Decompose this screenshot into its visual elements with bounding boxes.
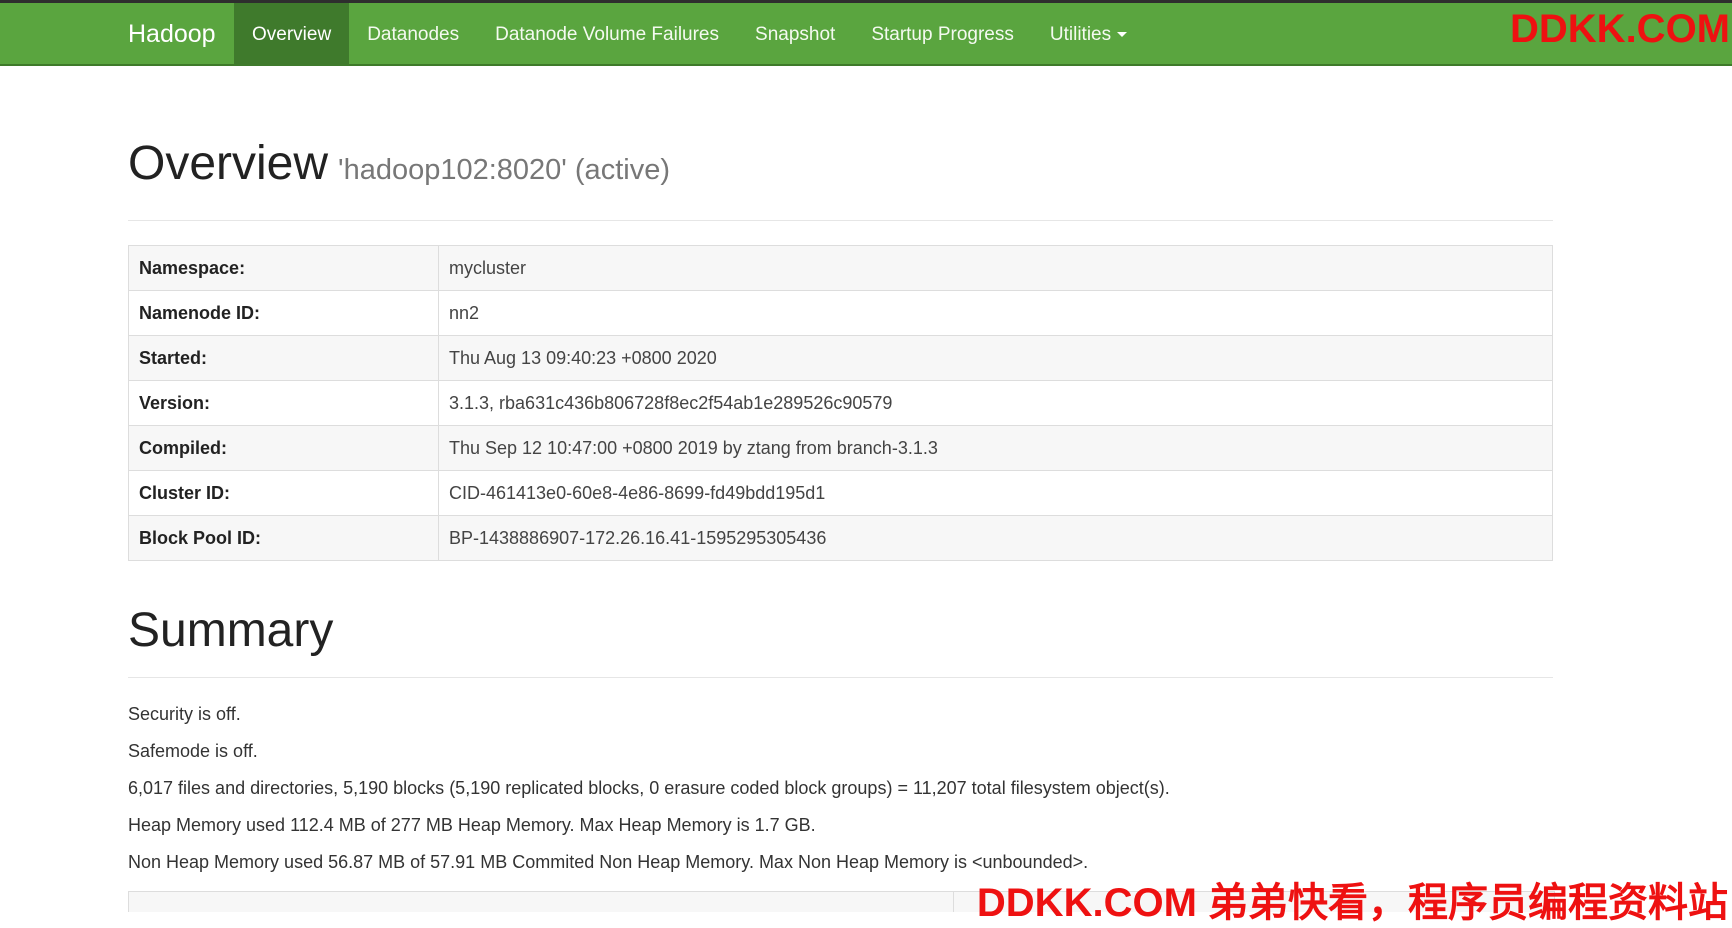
caret-down-icon — [1117, 32, 1128, 38]
overview-title-text: Overview — [128, 137, 329, 190]
table-row: Started: Thu Aug 13 09:40:23 +0800 2020 — [128, 335, 1553, 381]
column-divider — [953, 892, 954, 912]
row-value: Thu Sep 12 10:47:00 +0800 2019 by ztang … — [438, 425, 1553, 471]
table-row: Namespace: mycluster — [128, 245, 1553, 291]
overview-table: Namespace: mycluster Namenode ID: nn2 St… — [128, 245, 1553, 561]
row-key: Started: — [128, 335, 439, 381]
row-value: Thu Aug 13 09:40:23 +0800 2020 — [438, 335, 1553, 381]
nav-item-snapshot[interactable]: Snapshot — [737, 3, 853, 66]
summary-title: Summary — [128, 604, 334, 657]
summary-header: Summary — [128, 603, 1553, 678]
brand-link[interactable]: Hadoop — [128, 3, 216, 66]
table-row: Version: 3.1.3, rba631c436b806728f8ec2f5… — [128, 380, 1553, 426]
main-container: Overview 'hadoop102:8020' (active) Namesp… — [128, 66, 1555, 912]
nav-item-datanode-volume-failures[interactable]: Datanode Volume Failures — [477, 3, 737, 66]
row-value: nn2 — [438, 290, 1553, 336]
safemode-status: Safemode is off. — [128, 741, 258, 761]
filesystem-objects: 6,017 files and directories, 5,190 block… — [128, 778, 1170, 798]
table-row: Compiled: Thu Sep 12 10:47:00 +0800 2019… — [128, 425, 1553, 471]
row-key: Compiled: — [128, 425, 439, 471]
row-value: BP-1438886907-172.26.16.41-1595295305436 — [438, 515, 1553, 561]
heap-memory: Heap Memory used 112.4 MB of 277 MB Heap… — [128, 815, 816, 835]
row-value: 3.1.3, rba631c436b806728f8ec2f54ab1e2895… — [438, 380, 1553, 426]
nav-item-startup-progress[interactable]: Startup Progress — [853, 3, 1032, 66]
row-value: CID-461413e0-60e8-4e86-8699-fd49bdd195d1 — [438, 470, 1553, 516]
overview-header: Overview 'hadoop102:8020' (active) — [128, 136, 1553, 221]
row-key: Cluster ID: — [128, 470, 439, 516]
overview-title: Overview 'hadoop102:8020' (active) — [128, 136, 1553, 198]
nav-item-utilities-label: Utilities — [1049, 24, 1112, 45]
row-key: Version: — [128, 380, 439, 426]
navbar: Hadoop Overview Datanodes Datanode Volum… — [0, 3, 1732, 66]
row-key: Namenode ID: — [128, 290, 439, 336]
overview-subtitle: 'hadoop102:8020' (active) — [338, 154, 670, 186]
summary-section: Security is off. Safemode is off. 6,017 … — [128, 696, 1553, 881]
row-key: Namespace: — [128, 245, 439, 291]
nav-menu: Overview Datanodes Datanode Volume Failu… — [234, 3, 1145, 66]
row-value: mycluster — [438, 245, 1553, 291]
row-key: Block Pool ID: — [128, 515, 439, 561]
security-status: Security is off. — [128, 704, 241, 724]
watermark-bottom: DDKK.COM 弟弟快看，程序员编程资料站 — [976, 881, 1728, 925]
table-row: Namenode ID: nn2 — [128, 290, 1553, 336]
nav-item-utilities[interactable]: Utilities — [1032, 3, 1145, 66]
watermark-top: DDKK.COM — [1510, 7, 1730, 51]
nav-item-datanodes[interactable]: Datanodes — [349, 3, 477, 66]
table-row: Block Pool ID: BP-1438886907-172.26.16.4… — [128, 515, 1553, 561]
nav-item-overview[interactable]: Overview — [234, 3, 350, 66]
table-row: Cluster ID: CID-461413e0-60e8-4e86-8699-… — [128, 470, 1553, 516]
